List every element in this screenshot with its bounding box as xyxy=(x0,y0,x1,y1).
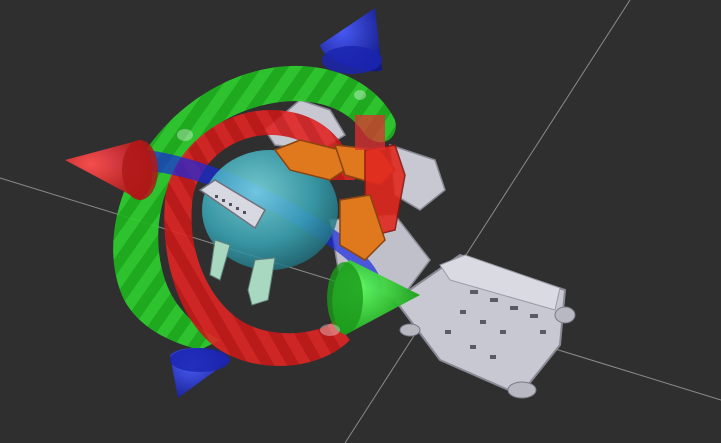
wheel xyxy=(554,306,576,324)
wheel xyxy=(507,381,537,399)
red-arrow-left-base[interactable] xyxy=(122,140,158,200)
blue-arrow-up-base[interactable] xyxy=(322,46,382,74)
blue-arrow-down-base[interactable] xyxy=(170,348,230,372)
scene-canvas[interactable] xyxy=(0,0,721,443)
wheel xyxy=(399,323,421,337)
green-arrow-right-base[interactable] xyxy=(327,262,363,334)
3d-viewport[interactable] xyxy=(0,0,721,443)
